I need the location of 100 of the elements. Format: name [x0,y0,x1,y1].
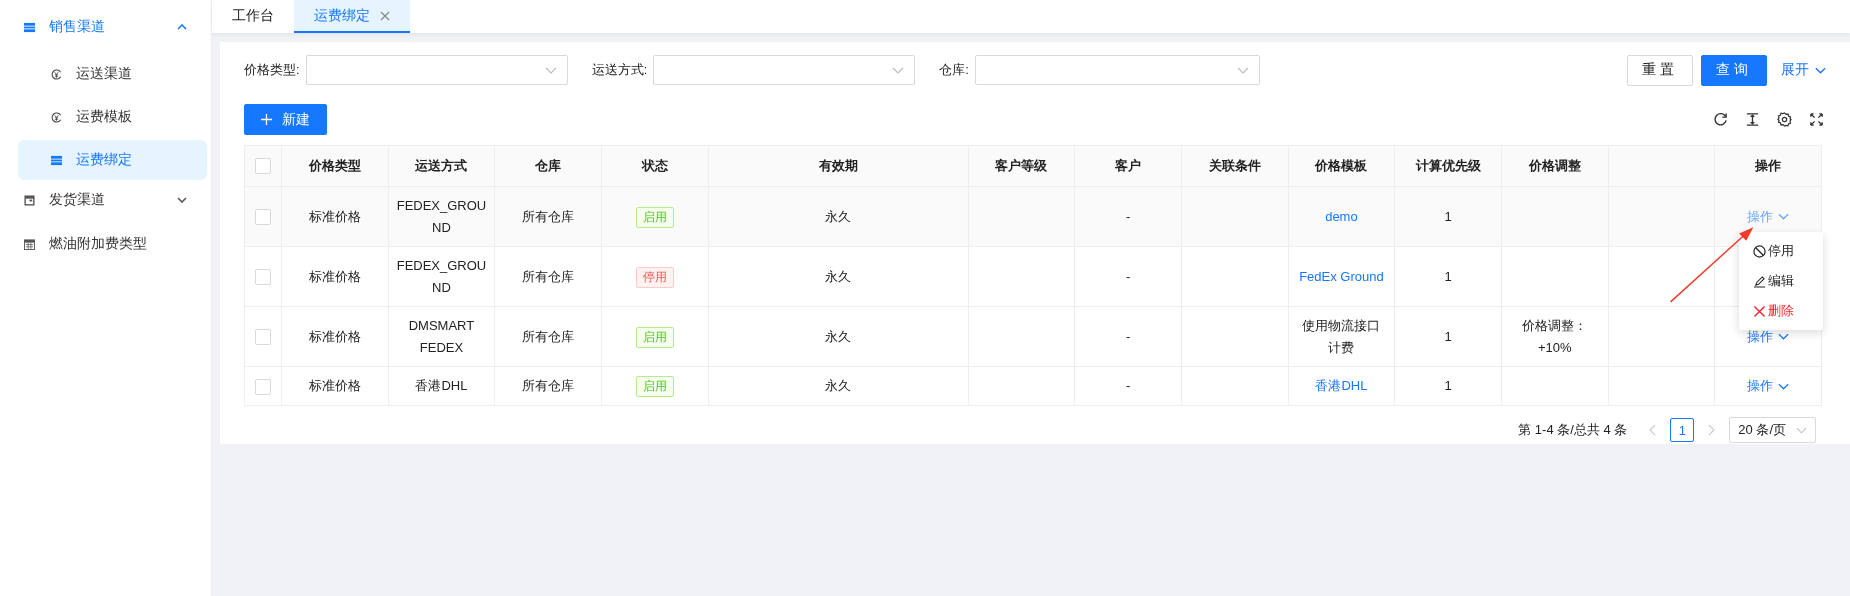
table-cell: 香港DHL [388,366,495,406]
column-header: 价格模板 [1288,145,1395,187]
table-cell: 标准价格 [281,306,389,367]
calendar-icon [24,238,35,250]
table-cell: 1 [1394,306,1502,367]
select-all-checkbox[interactable] [255,158,271,175]
column-header: 状态 [601,145,709,187]
table-cell: 1 [1394,366,1502,406]
column-header: 操作 [1714,145,1822,187]
column-header: 有效期 [708,145,969,187]
template-link[interactable]: 香港DHL [1315,378,1368,393]
table-cell: FEDEX_GROUND [388,246,495,307]
table-cell: 1 [1394,246,1502,307]
chevron-down-icon [892,67,905,74]
table-cell: - [1074,366,1182,406]
table-cell: 永久 [708,306,969,367]
column-header: 客户 [1074,145,1182,187]
sidebar-subitem[interactable]: 运送渠道 [18,54,207,94]
table-cell: FEDEX_GROUND [388,186,495,247]
select-field[interactable] [974,55,1260,85]
filter-label: 仓库: [939,61,969,79]
row-checkbox[interactable] [255,329,271,346]
column-header: 仓库 [494,145,602,187]
pagination-summary: 第 1-4 条/总共 4 条 [1518,421,1628,439]
table-cell: 标准价格 [281,186,389,247]
table-cell-text: 价格调整：+10% [1521,316,1589,357]
sidebar-item[interactable]: 销售渠道 [0,10,211,44]
window-icon [24,194,35,206]
reload-icon[interactable] [1713,112,1728,127]
table-cell: - [1074,186,1182,247]
column-header: 价格类型 [281,145,389,187]
column-header: 运送方式 [388,145,495,187]
table-cell: 标准价格 [281,246,389,307]
line-height-icon[interactable] [1745,112,1760,127]
chevron-down-icon [1236,67,1249,74]
sidebar-subitem[interactable]: 运费模板 [18,97,207,137]
expand-button[interactable]: 展开 [1775,61,1830,79]
menu-item[interactable]: 删除 [1739,296,1824,326]
chevron-down-icon [1778,333,1790,340]
filter-label: 运送方式: [591,61,648,79]
select-field[interactable] [653,55,916,85]
settings-icon[interactable] [1777,112,1792,127]
delete-icon [1753,304,1767,318]
sidebar-subitem[interactable]: 运费绑定 [18,140,207,180]
table-cell: 所有仓库 [494,306,602,367]
sidebar-item[interactable]: 燃油附加费类型 [0,227,211,261]
chevron-up-icon [177,24,187,30]
stop-icon [1753,244,1767,258]
page-size-select[interactable]: 20 条/页 [1729,417,1816,443]
status-tag: 启用 [635,326,674,348]
new-button[interactable]: 新建 [244,104,327,135]
fullscreen-icon[interactable] [1809,112,1824,127]
plus-icon [261,114,272,125]
status-tag: 启用 [635,206,674,228]
chevron-down-icon [544,67,557,74]
table-cell: 永久 [708,366,969,406]
row-checkbox[interactable] [255,209,271,226]
list-icon [51,154,62,166]
edit-icon [1753,274,1767,288]
page-button[interactable]: 1 [1670,418,1695,442]
table-cell: 1 [1394,186,1502,247]
reset-button[interactable]: 重置 [1627,54,1693,86]
chevron-down-icon [177,197,187,203]
row-checkbox[interactable] [255,269,271,286]
coin-icon [51,111,62,123]
table-cell: 所有仓库 [494,246,602,307]
row-checkbox[interactable] [255,378,271,395]
close-icon[interactable] [380,10,390,21]
template-link[interactable]: demo [1325,208,1358,224]
table-cell: 永久 [708,186,969,247]
status-tag: 停用 [635,266,674,288]
table-cell: 标准价格 [281,366,389,406]
search-button[interactable]: 查询 [1701,54,1767,86]
table-cell-text: 使用物流接口计费 [1301,316,1382,357]
table-cell: DMSMART FEDEX [388,306,495,367]
tab[interactable]: 工作台 [212,0,294,33]
next-page-icon[interactable] [1708,424,1716,436]
coin-icon [51,68,62,80]
column-header: 关联条件 [1181,145,1289,187]
status-tag: 启用 [635,376,674,397]
chevron-down-icon [1778,213,1790,220]
filter-label: 价格类型: [244,61,300,79]
sidebar-item[interactable]: 发货渠道 [0,183,211,217]
list-icon [24,21,35,33]
column-header: 价格调整 [1501,145,1609,187]
table-cell: 永久 [708,246,969,307]
table-cell: - [1074,306,1182,367]
table-cell: 所有仓库 [494,366,602,406]
action-dropdown[interactable]: 操作 [1747,325,1790,348]
previous-page-icon[interactable] [1649,424,1657,436]
table-cell: 所有仓库 [494,186,602,247]
select-field[interactable] [305,55,568,85]
menu-item[interactable]: 停用 [1739,236,1824,266]
chevron-down-icon [1778,382,1790,390]
action-dropdown[interactable]: 操作 [1747,205,1790,228]
column-header: 客户等级 [968,145,1075,187]
column-header: 计算优先级 [1394,145,1502,187]
tab[interactable]: 运费绑定 [294,0,410,33]
chevron-down-icon [1815,66,1826,74]
chevron-down-icon [1796,426,1807,434]
